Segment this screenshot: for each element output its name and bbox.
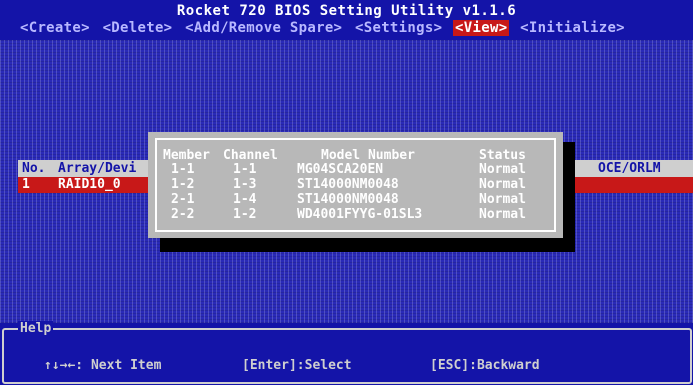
menu-create[interactable]: <Create> — [18, 20, 92, 36]
popup-channel: 1-4 — [233, 192, 257, 207]
help-box: Help ↑↓→←: Next Item [Enter]:Select [ESC… — [2, 321, 692, 384]
bios-screen: Rocket 720 BIOS Setting Utility v1.1.6 <… — [0, 0, 693, 385]
menu-delete[interactable]: <Delete> — [101, 20, 175, 36]
popup-member: 2-1 — [171, 192, 195, 207]
header-no: No. — [22, 161, 46, 176]
popup-member: 1-2 — [171, 177, 195, 192]
popup-header-status: Status — [479, 148, 526, 163]
popup-model: ST14000NM0048 — [297, 192, 399, 207]
popup-frame: Member Channel Model Number Status 1-1 1… — [155, 138, 556, 232]
help-esc-backward: [ESC]:Backward — [430, 358, 540, 373]
popup-channel: 1-3 — [233, 177, 257, 192]
header-oce: OCE/ORLM — [598, 161, 661, 176]
menu-view[interactable]: <View> — [453, 20, 510, 36]
popup-member: 2-2 — [171, 207, 195, 222]
popup-status: Normal — [479, 162, 526, 177]
popup-model: ST14000NM0048 — [297, 177, 399, 192]
popup-channel: 1-2 — [233, 207, 257, 222]
popup-header-member: Member — [163, 148, 210, 163]
popup-row: 2-2 1-2 WD4001FYYG-01SL3 Normal — [157, 207, 554, 297]
help-enter-select: [Enter]:Select — [242, 358, 352, 373]
popup-status: Normal — [479, 177, 526, 192]
help-label: Help — [18, 321, 54, 336]
popup-header-model: Model Number — [321, 148, 415, 163]
member-details-popup: Member Channel Model Number Status 1-1 1… — [148, 132, 563, 238]
popup-model: WD4001FYYG-01SL3 — [297, 207, 423, 222]
array-row-no: 1 — [22, 177, 30, 192]
popup-model: MG04SCA20EN — [297, 162, 384, 177]
menu-add-remove-spare[interactable]: <Add/Remove Spare> — [183, 20, 344, 36]
menu-bar: <Create> <Delete> <Add/Remove Spare> <Se… — [18, 20, 627, 36]
menu-settings[interactable]: <Settings> — [353, 20, 444, 36]
popup-status: Normal — [479, 207, 526, 222]
help-next-item: ↑↓→←: Next Item — [44, 358, 162, 373]
header-array: Array/Devi — [58, 161, 137, 176]
popup-channel: 1-1 — [233, 162, 257, 177]
app-title: Rocket 720 BIOS Setting Utility v1.1.6 — [176, 3, 517, 19]
array-row-name: RAID10_0 — [58, 177, 121, 192]
popup-header-channel: Channel — [223, 148, 278, 163]
title-bar: Rocket 720 BIOS Setting Utility v1.1.6 <… — [0, 0, 693, 40]
popup-member: 1-1 — [171, 162, 195, 177]
menu-initialize[interactable]: <Initialize> — [518, 20, 627, 36]
popup-status: Normal — [479, 192, 526, 207]
